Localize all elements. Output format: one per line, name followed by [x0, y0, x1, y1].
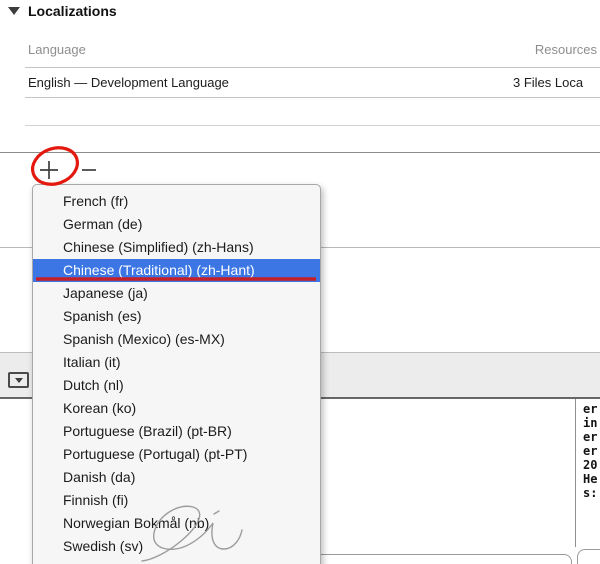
menu-item-language[interactable]: French (fr) [33, 190, 320, 213]
text-view-right [577, 549, 600, 564]
language-popup-menu: French (fr)German (de)Chinese (Simplifie… [32, 184, 321, 564]
menu-item-language[interactable]: Portuguese (Brazil) (pt-BR) [33, 420, 320, 443]
code-line: er [583, 430, 597, 444]
menu-item-language[interactable]: Korean (ko) [33, 397, 320, 420]
menu-item-language[interactable]: German (de) [33, 213, 320, 236]
pane-divider[interactable] [575, 399, 576, 547]
localizations-settings-panel: Localizations Language Resources English… [0, 0, 600, 564]
code-line: s: [583, 486, 597, 500]
column-header-resources: Resources [455, 42, 597, 57]
code-line: 20 [583, 458, 597, 472]
code-column: erinerer20Hes: [583, 402, 597, 500]
menu-item-language[interactable]: Japanese (ja) [33, 282, 320, 305]
menu-item-language[interactable]: Spanish (es) [33, 305, 320, 328]
code-line: er [583, 402, 597, 416]
add-localization-button[interactable] [33, 154, 65, 186]
column-header-language: Language [28, 42, 86, 57]
section-title: Localizations [28, 3, 117, 19]
remove-localization-button[interactable] [73, 154, 105, 186]
menu-item-language[interactable]: Swedish (sv) [33, 535, 320, 558]
minus-icon [73, 154, 105, 186]
menu-item-language[interactable]: Danish (da) [33, 466, 320, 489]
menu-item-language[interactable]: Portuguese (Portugal) (pt-PT) [33, 443, 320, 466]
menu-item-language[interactable]: Chinese (Traditional) (zh-Hant) [33, 259, 320, 282]
table-cell-resources: 3 Files Loca [513, 75, 583, 90]
menu-item-language[interactable]: Finnish (fi) [33, 489, 320, 512]
code-line: er [583, 444, 597, 458]
section-header: Localizations [8, 3, 117, 19]
table-bottom-border [0, 152, 600, 153]
menu-item-language[interactable]: Norwegian Bokmål (nb) [33, 512, 320, 535]
table-row-divider [25, 97, 600, 98]
menu-item-language[interactable]: Spanish (Mexico) (es-MX) [33, 328, 320, 351]
code-line: He [583, 472, 597, 486]
menu-item-language[interactable]: Dutch (nl) [33, 374, 320, 397]
disclosure-triangle-icon[interactable] [8, 7, 20, 15]
table-cell-language[interactable]: English — Development Language [28, 75, 229, 90]
table-row-divider [25, 125, 600, 126]
plus-icon [33, 154, 65, 186]
triangle-down-icon [15, 378, 23, 383]
menu-item-language[interactable]: Italian (it) [33, 351, 320, 374]
code-line: in [583, 416, 597, 430]
menu-item-language[interactable]: Chinese (Simplified) (zh-Hans) [33, 236, 320, 259]
table-header-divider [25, 67, 600, 68]
filter-popup-icon[interactable] [8, 372, 29, 388]
